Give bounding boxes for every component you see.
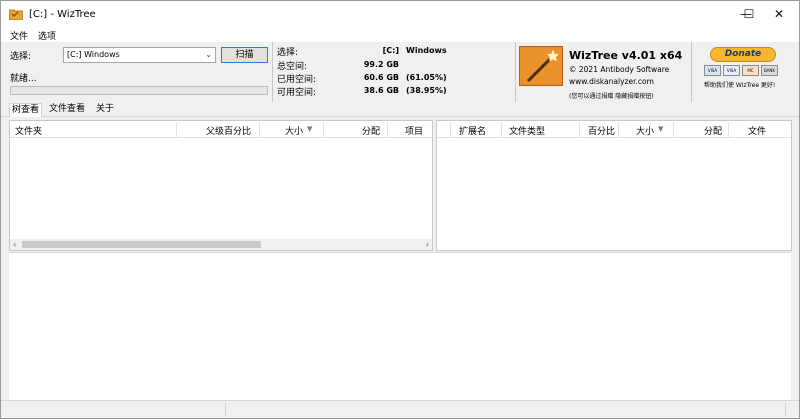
col-percent[interactable]: 百分比 bbox=[588, 124, 615, 137]
status-divider bbox=[225, 403, 226, 416]
col-folder[interactable]: 文件夹 bbox=[15, 124, 42, 137]
copyright-text: © 2021 Antibody Software bbox=[569, 65, 670, 74]
wizard-wand-icon bbox=[526, 49, 560, 83]
drive-select-value: [C:] Windows bbox=[67, 50, 120, 59]
donate-button[interactable]: Donate bbox=[710, 47, 776, 62]
wiztree-logo-icon[interactable] bbox=[519, 46, 563, 86]
status-divider bbox=[785, 403, 786, 416]
scan-progress-bar bbox=[10, 86, 268, 95]
menu-bar: 文件 选项 bbox=[1, 28, 799, 42]
scan-button[interactable]: 扫描 bbox=[221, 47, 268, 63]
view-tabs: 树查看 文件查看 关于 bbox=[1, 102, 799, 117]
status-bar bbox=[1, 400, 799, 418]
file-types-header: 扩展名 文件类型 百分比 大小 ▼ 分配 文件 bbox=[437, 121, 791, 138]
column-divider bbox=[176, 122, 177, 137]
column-divider bbox=[323, 122, 324, 137]
col-size[interactable]: 大小 bbox=[636, 124, 654, 137]
divider bbox=[515, 42, 516, 102]
mastercard-icon: MC bbox=[742, 65, 759, 76]
col-items[interactable]: 项目 bbox=[405, 124, 423, 137]
column-divider bbox=[673, 122, 674, 137]
chevron-down-icon: ⌄ bbox=[205, 50, 212, 59]
used-space-percent: (61.05%) bbox=[406, 73, 447, 82]
file-types-pane[interactable]: 扩展名 文件类型 百分比 大小 ▼ 分配 文件 bbox=[436, 120, 792, 251]
title-bar: [C:] - WizTree — ☐ ✕ bbox=[1, 1, 799, 28]
menu-options[interactable]: 选项 bbox=[38, 29, 56, 42]
column-divider bbox=[618, 122, 619, 137]
scroll-left-icon[interactable]: ‹ bbox=[13, 239, 16, 250]
stats-drive: [C:] bbox=[382, 46, 399, 55]
column-divider bbox=[387, 122, 388, 137]
column-divider bbox=[728, 122, 729, 137]
sort-desc-icon: ▼ bbox=[307, 125, 313, 133]
treemap-area[interactable] bbox=[9, 252, 791, 400]
divider bbox=[691, 42, 692, 102]
maximize-button[interactable]: ☐ bbox=[734, 1, 764, 28]
total-space-value: 99.2 GB bbox=[363, 60, 399, 69]
select-label: 选择: bbox=[10, 52, 32, 62]
close-button[interactable]: ✕ bbox=[763, 1, 795, 28]
used-space-label: 已用空间: bbox=[277, 75, 317, 85]
payment-cards: VISA VISA MC BANK bbox=[704, 65, 782, 77]
col-files[interactable]: 文件 bbox=[748, 124, 766, 137]
free-space-percent: (38.95%) bbox=[406, 86, 447, 95]
free-space-label: 可用空间: bbox=[277, 88, 317, 98]
drive-select[interactable]: [C:] Windows ⌄ bbox=[63, 47, 216, 63]
tab-file-view[interactable]: 文件查看 bbox=[47, 103, 87, 117]
column-divider bbox=[259, 122, 260, 137]
visa-icon: VISA bbox=[723, 65, 740, 76]
sort-desc-icon: ▼ bbox=[658, 125, 664, 133]
tab-tree-view[interactable]: 树查看 bbox=[9, 103, 43, 117]
column-divider bbox=[501, 122, 502, 137]
app-window: [C:] - WizTree — ☐ ✕ 文件 选项 选择: [C:] Wind… bbox=[0, 0, 800, 419]
horizontal-scrollbar[interactable]: ‹ › bbox=[10, 239, 432, 250]
status-text: 就绪... bbox=[10, 74, 37, 84]
col-file-type[interactable]: 文件类型 bbox=[509, 124, 545, 137]
stats-drive-name: Windows bbox=[406, 46, 447, 55]
used-space-value: 60.6 GB bbox=[363, 73, 399, 82]
scrollbar-thumb[interactable] bbox=[22, 241, 261, 248]
column-divider bbox=[579, 122, 580, 137]
tab-about[interactable]: 关于 bbox=[94, 103, 116, 117]
col-parent-percent[interactable]: 父级百分比 bbox=[206, 124, 251, 137]
website-link[interactable]: www.diskanalyzer.com bbox=[569, 77, 654, 86]
donate-footer-text: 帮助我们使 WizTree 更好! bbox=[704, 82, 776, 89]
scan-panel: 选择: [C:] Windows ⌄ 扫描 就绪... 选择: [C:] Win… bbox=[1, 42, 799, 102]
divider bbox=[272, 42, 273, 102]
card-icon: VISA bbox=[704, 65, 721, 76]
bank-icon: BANK bbox=[761, 65, 778, 76]
col-allocated[interactable]: 分配 bbox=[704, 124, 722, 137]
tree-view-pane[interactable]: 文件夹 父级百分比 大小 ▼ 分配 项目 ‹ › bbox=[9, 120, 433, 251]
total-space-label: 总空间: bbox=[277, 62, 308, 72]
col-allocated[interactable]: 分配 bbox=[362, 124, 380, 137]
column-divider bbox=[450, 122, 451, 137]
col-extension[interactable]: 扩展名 bbox=[459, 124, 486, 137]
stats-select-label: 选择: bbox=[277, 48, 299, 58]
folder-icon bbox=[9, 9, 23, 20]
col-size[interactable]: 大小 bbox=[285, 124, 303, 137]
app-version-title: WizTree v4.01 x64 bbox=[569, 49, 683, 62]
menu-file[interactable]: 文件 bbox=[10, 29, 28, 42]
hide-donate-text: (您可以通过捐赠 隐藏捐赠按钮) bbox=[569, 93, 654, 100]
window-title: [C:] - WizTree bbox=[29, 9, 96, 20]
tree-header: 文件夹 父级百分比 大小 ▼ 分配 项目 bbox=[10, 121, 432, 138]
scroll-right-icon[interactable]: › bbox=[426, 239, 429, 250]
free-space-value: 38.6 GB bbox=[363, 86, 399, 95]
